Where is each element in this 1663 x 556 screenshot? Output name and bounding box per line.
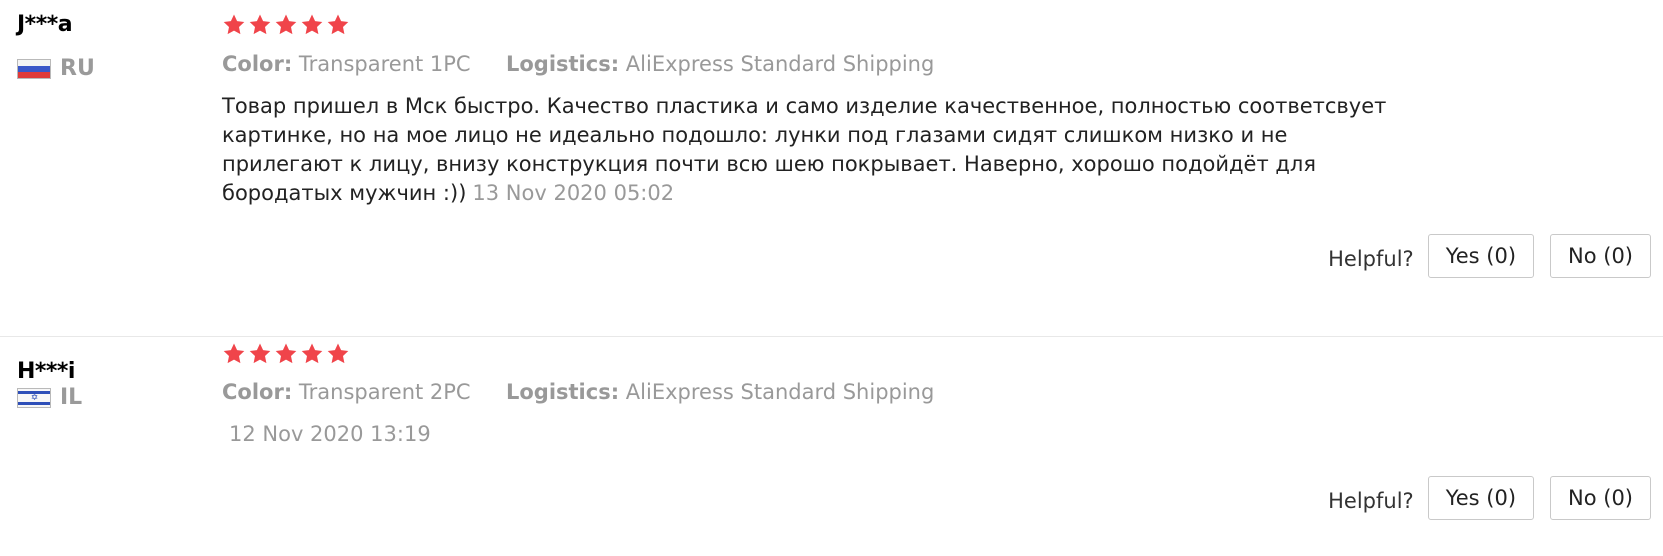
star-icon bbox=[222, 342, 246, 366]
reviewer-name: H***i bbox=[17, 359, 75, 384]
helpful-label: Helpful? bbox=[1328, 489, 1414, 513]
country-code: IL bbox=[60, 385, 83, 410]
star-icon bbox=[300, 342, 324, 366]
helpful-votes: Helpful? Yes (0) No (0) bbox=[1328, 234, 1651, 278]
color-label: Color: bbox=[222, 380, 293, 404]
review-date: 12 Nov 2020 13:19 bbox=[229, 422, 431, 446]
helpful-yes-button[interactable]: Yes (0) bbox=[1427, 476, 1535, 520]
rating-stars bbox=[222, 13, 350, 37]
helpful-no-button[interactable]: No (0) bbox=[1550, 234, 1651, 278]
review-meta: Color: Transparent 2PC Logistics: AliExp… bbox=[222, 380, 934, 404]
rating-stars bbox=[222, 342, 350, 366]
review-item: J***a RU Color: Transparent 1PC Logistic… bbox=[0, 0, 1663, 337]
color-value: Transparent 2PC bbox=[298, 380, 471, 404]
israel-flag-icon: ✡ bbox=[17, 387, 51, 408]
helpful-yes-button[interactable]: Yes (0) bbox=[1427, 234, 1535, 278]
reviewer-country: ✡ IL bbox=[17, 385, 82, 410]
helpful-no-button[interactable]: No (0) bbox=[1550, 476, 1651, 520]
star-icon bbox=[222, 13, 246, 37]
reviewer-name: J***a bbox=[17, 12, 73, 37]
country-code: RU bbox=[60, 56, 95, 81]
review-text: Товар пришел в Мск быстро. Качество плас… bbox=[222, 92, 1392, 208]
review-date: 13 Nov 2020 05:02 bbox=[472, 181, 675, 205]
star-icon bbox=[274, 342, 298, 366]
russia-flag-icon bbox=[17, 58, 51, 79]
review-item: H***i ✡ IL Color: Transparent 2PC Logist… bbox=[0, 337, 1663, 556]
review-meta: Color: Transparent 1PC Logistics: AliExp… bbox=[222, 52, 934, 76]
logistics-value: AliExpress Standard Shipping bbox=[625, 380, 935, 404]
logistics-value: AliExpress Standard Shipping bbox=[625, 52, 935, 76]
star-icon bbox=[248, 13, 272, 37]
star-icon bbox=[300, 13, 324, 37]
helpful-label: Helpful? bbox=[1328, 247, 1414, 271]
star-icon bbox=[326, 342, 350, 366]
logistics-label: Logistics: bbox=[505, 380, 620, 404]
helpful-votes: Helpful? Yes (0) No (0) bbox=[1328, 476, 1651, 520]
logistics-label: Logistics: bbox=[505, 52, 620, 76]
color-value: Transparent 1PC bbox=[298, 52, 471, 76]
reviewer-country: RU bbox=[17, 56, 95, 81]
review-body: Товар пришел в Мск быстро. Качество плас… bbox=[222, 94, 1387, 205]
star-icon bbox=[274, 13, 298, 37]
star-icon bbox=[248, 342, 272, 366]
star-icon bbox=[326, 13, 350, 37]
color-label: Color: bbox=[222, 52, 293, 76]
